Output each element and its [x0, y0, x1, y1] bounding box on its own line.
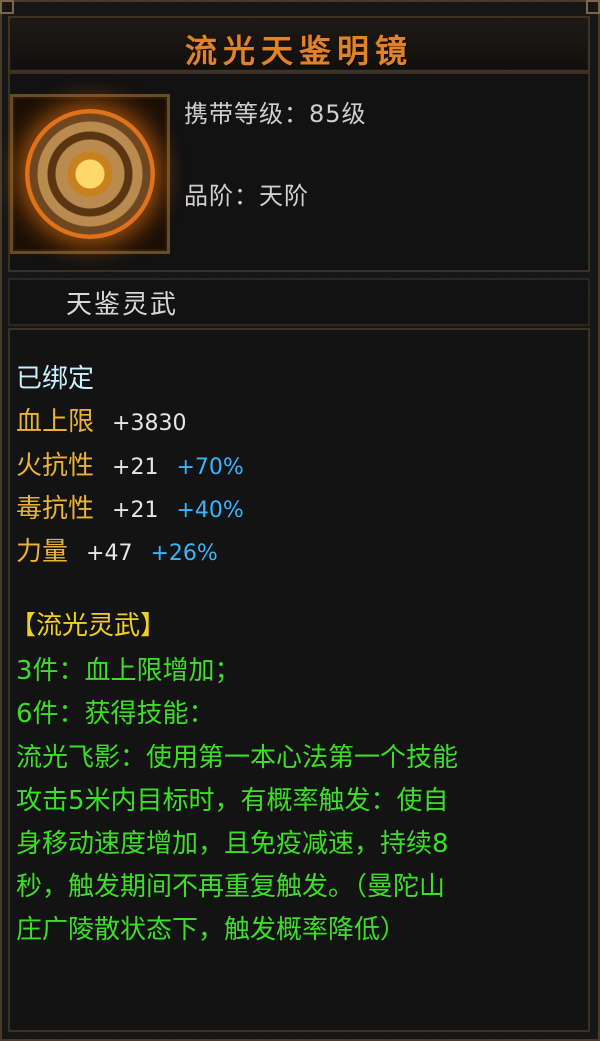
skill-description-line: 身移动速度增加，且免疫减速，持续8	[16, 829, 449, 859]
skill-description-line: 秒，触发期间不再重复触发。（曼陀山	[16, 872, 446, 902]
stat-row: 力量 +47 +26%	[16, 531, 218, 568]
bronze-mirror-icon	[25, 109, 155, 239]
stat-percent: +26%	[150, 541, 218, 566]
set-title: 【流光灵武】	[10, 611, 167, 641]
skill-description-line: 庄广陵散状态下，触发概率降低）	[16, 915, 407, 945]
stat-row: 毒抗性 +21 +40%	[16, 488, 244, 525]
stat-value: +21	[112, 455, 159, 480]
stat-row: 血上限 +3830	[16, 401, 186, 438]
stat-row: 火抗性 +21 +70%	[16, 445, 244, 482]
carry-level-value: 85级	[309, 100, 367, 128]
skill-description-line: 攻击5米内目标时，有概率触发：使自	[16, 786, 449, 816]
item-tooltip: 流光天鉴明镜 携带等级：85级 品阶：天阶 天鉴灵武 已绑定 血上限 +3830 …	[0, 0, 600, 1041]
item-icon-frame[interactable]	[10, 94, 170, 254]
stat-value: +21	[112, 498, 159, 523]
carry-level-label: 携带等级：	[184, 100, 309, 128]
grade-value: 天阶	[259, 182, 309, 210]
stat-name: 毒抗性	[16, 494, 95, 524]
grade-label: 品阶：	[184, 182, 259, 210]
stat-name: 火抗性	[16, 451, 95, 481]
title-bar: 流光天鉴明镜	[8, 16, 590, 72]
stat-percent: +40%	[176, 498, 244, 523]
set-bonus-6: 6件：获得技能：	[16, 699, 215, 729]
corner-ornament-top-right	[586, 0, 600, 14]
item-type: 天鉴灵武	[66, 290, 179, 320]
stat-percent: +70%	[176, 455, 244, 480]
bound-status: 已绑定	[16, 364, 95, 394]
stat-value: +47	[86, 541, 133, 566]
stat-name: 血上限	[16, 407, 95, 437]
set-bonus-3: 3件：血上限增加；	[16, 656, 241, 686]
stat-name: 力量	[16, 537, 69, 567]
corner-ornament-top-left	[0, 0, 14, 14]
grade-row: 品阶：天阶	[184, 176, 309, 211]
carry-level-row: 携带等级：85级	[184, 94, 367, 129]
item-name: 流光天鉴明镜	[184, 32, 413, 70]
skill-description-line: 流光飞影：使用第一本心法第一个技能	[16, 743, 459, 773]
stat-value: +3830	[112, 411, 187, 436]
